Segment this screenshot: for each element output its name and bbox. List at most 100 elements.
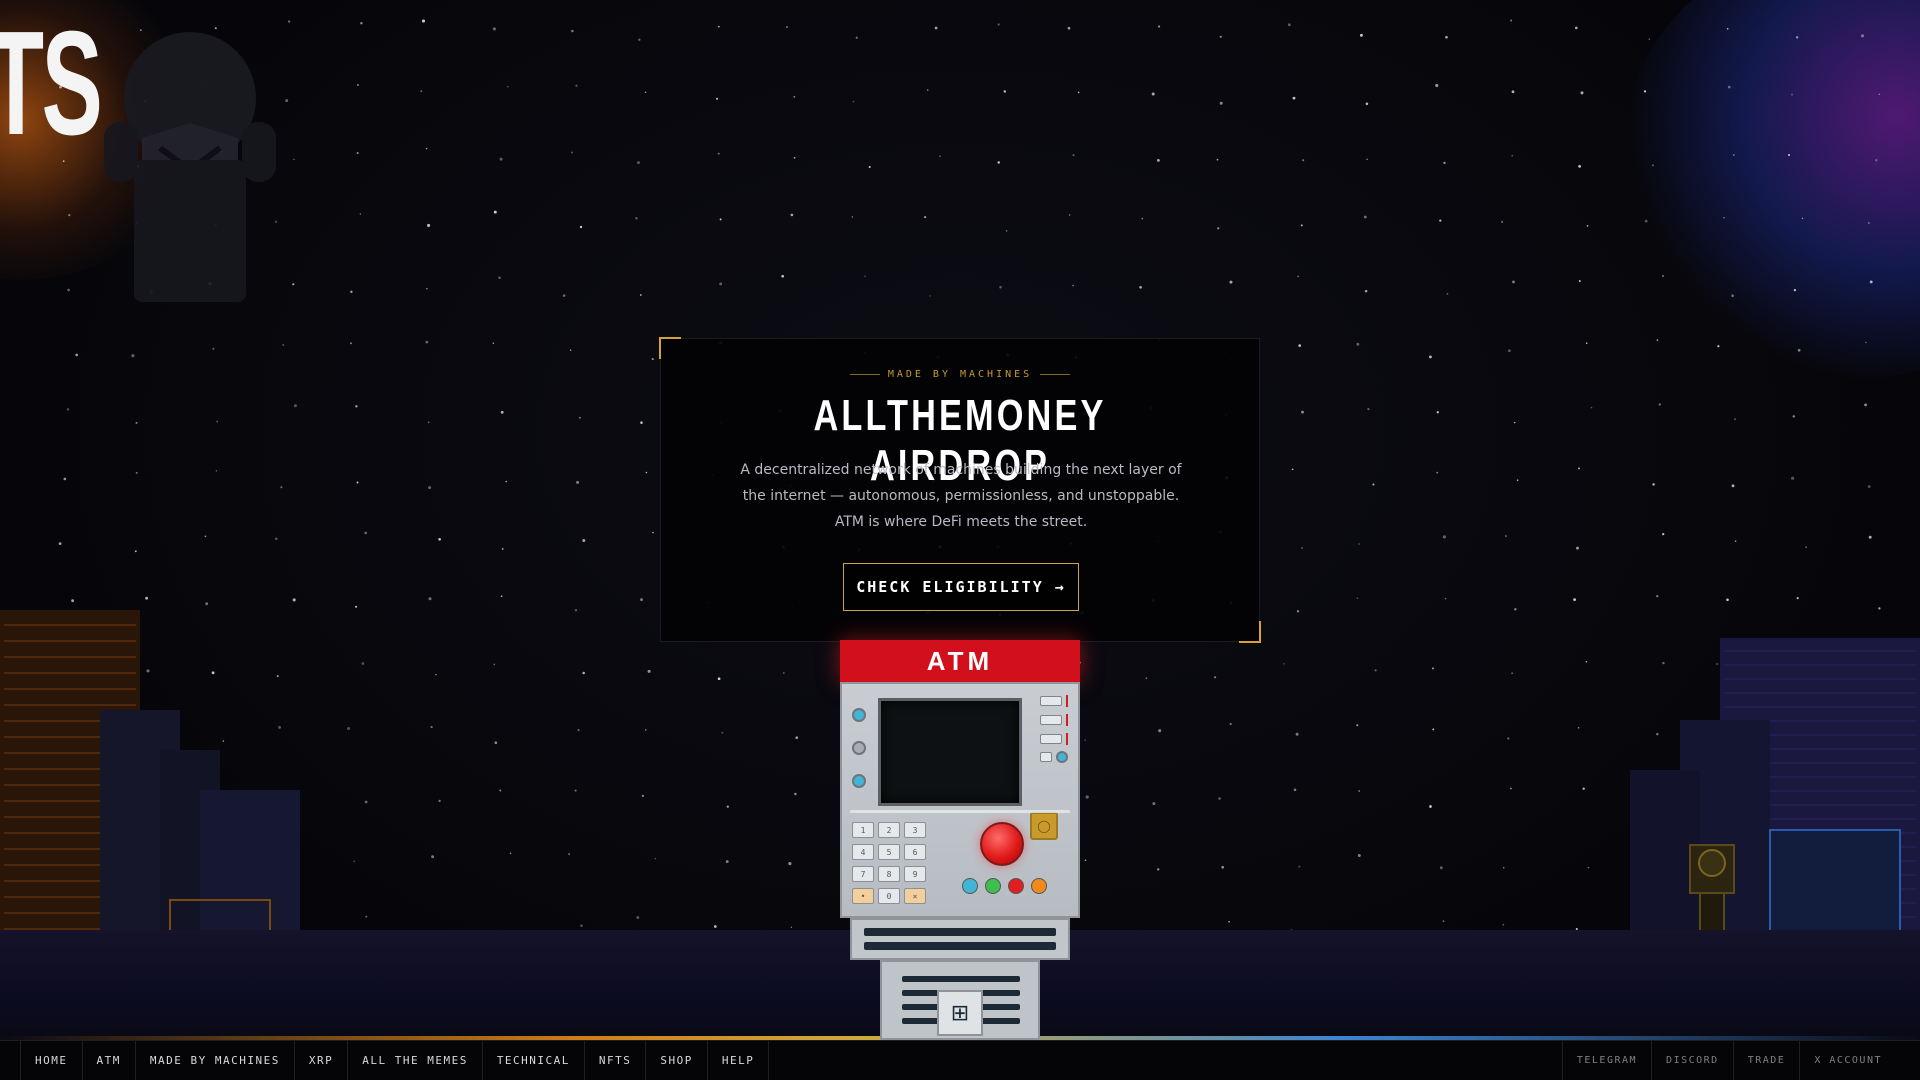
keypad-key[interactable]: 9	[904, 866, 926, 882]
star	[1145, 677, 1148, 680]
star	[293, 158, 295, 161]
star	[1443, 161, 1446, 165]
star	[1787, 153, 1791, 157]
screen-key[interactable]	[1040, 715, 1062, 725]
keypad-key[interactable]: ×	[904, 888, 926, 904]
star	[355, 405, 358, 408]
star	[438, 537, 441, 541]
nav-xrp[interactable]: XRP	[293, 1041, 347, 1080]
keypad-key[interactable]: 7	[852, 866, 874, 882]
star	[1214, 676, 1217, 679]
left-buildings	[0, 610, 300, 935]
keypad-key[interactable]: 1	[852, 822, 874, 838]
nav-made-by-machines[interactable]: MADE BY MACHINES	[134, 1041, 294, 1080]
keypad-key[interactable]: 2	[878, 822, 900, 838]
nav-shop[interactable]: SHOP	[645, 1041, 707, 1080]
nav-technical[interactable]: TECHNICAL	[481, 1041, 584, 1080]
keypad-key[interactable]: 5	[878, 844, 900, 860]
star	[428, 597, 432, 601]
side-button[interactable]	[852, 774, 866, 788]
keypad-key[interactable]: 3	[904, 822, 926, 838]
coin-slot-icon[interactable]: ◯	[1030, 812, 1058, 840]
star	[1512, 280, 1515, 284]
star	[1297, 275, 1299, 278]
star	[67, 288, 70, 292]
nav-trade[interactable]: TRADE	[1732, 1041, 1800, 1080]
star	[562, 294, 566, 297]
nav-x-account[interactable]: X ACCOUNT	[1799, 1041, 1896, 1080]
star	[645, 471, 648, 474]
star	[355, 605, 358, 608]
star	[654, 857, 657, 860]
star	[1431, 667, 1434, 670]
star	[1587, 866, 1590, 869]
star	[1356, 342, 1360, 346]
nav-atm[interactable]: ATM	[81, 1041, 135, 1080]
check-eligibility-button[interactable]: CHECK ELIGIBILITY →	[843, 563, 1079, 611]
star	[997, 23, 1000, 26]
side-button[interactable]	[852, 708, 866, 722]
screen-key[interactable]	[1040, 734, 1062, 744]
star	[582, 538, 586, 543]
star	[580, 924, 583, 927]
star	[1439, 866, 1443, 870]
star	[1358, 543, 1360, 545]
star	[1502, 923, 1505, 926]
star	[1792, 415, 1795, 418]
star	[1291, 468, 1294, 471]
star	[494, 741, 498, 745]
nav-home[interactable]: HOME	[20, 1041, 82, 1080]
star	[1513, 421, 1516, 424]
star	[1510, 787, 1512, 790]
star	[1573, 598, 1577, 602]
star	[1445, 35, 1448, 39]
keypad-key[interactable]: 8	[878, 866, 900, 882]
star	[1514, 608, 1517, 611]
star	[505, 480, 507, 483]
nav-discord[interactable]: DISCORD	[1651, 1041, 1733, 1080]
color-button[interactable]	[985, 878, 1001, 894]
grid-icon: ⊞	[937, 990, 983, 1036]
star	[637, 161, 640, 165]
color-button[interactable]	[1031, 878, 1047, 894]
star	[716, 97, 718, 100]
star	[718, 25, 720, 28]
star	[1590, 406, 1593, 409]
nav-all-the-memes[interactable]: ALL THE MEMES	[347, 1041, 482, 1080]
star	[428, 486, 432, 490]
star	[1723, 217, 1725, 219]
indicator-light	[1066, 733, 1068, 745]
eyebrow-text: MADE BY MACHINES	[887, 369, 1033, 380]
star	[636, 916, 640, 919]
color-button[interactable]	[962, 878, 978, 894]
star	[1365, 102, 1369, 106]
nav-nfts[interactable]: NFTS	[583, 1041, 646, 1080]
color-button[interactable]	[1008, 878, 1024, 894]
star	[492, 27, 496, 31]
star	[347, 726, 351, 731]
screen-key[interactable]	[1040, 696, 1062, 706]
nav-help[interactable]: HELP	[706, 1041, 770, 1080]
keypad-key[interactable]: 4	[852, 844, 874, 860]
star	[356, 481, 359, 484]
star	[1867, 485, 1871, 488]
star	[364, 531, 368, 535]
atm-machine: ATM ◯ 1 2 3 4 5 6 7 8 9 • 0 × ⊞	[840, 640, 1080, 1040]
keypad-key[interactable]: 6	[904, 844, 926, 860]
star	[726, 805, 729, 808]
screen-key[interactable]	[1040, 752, 1052, 762]
keypad-key[interactable]: 0	[878, 888, 900, 904]
nav-telegram[interactable]: TELEGRAM	[1561, 1041, 1651, 1080]
star	[420, 90, 423, 93]
red-action-button[interactable]	[980, 822, 1024, 866]
star	[575, 84, 578, 87]
star	[717, 152, 720, 155]
keypad-key[interactable]: •	[852, 888, 874, 904]
star	[135, 471, 138, 474]
star	[640, 598, 643, 602]
hero-letters: TS	[0, 1, 103, 166]
side-button[interactable]	[852, 741, 866, 755]
star	[1432, 728, 1435, 731]
star	[1791, 93, 1793, 96]
side-button[interactable]	[1056, 751, 1068, 763]
